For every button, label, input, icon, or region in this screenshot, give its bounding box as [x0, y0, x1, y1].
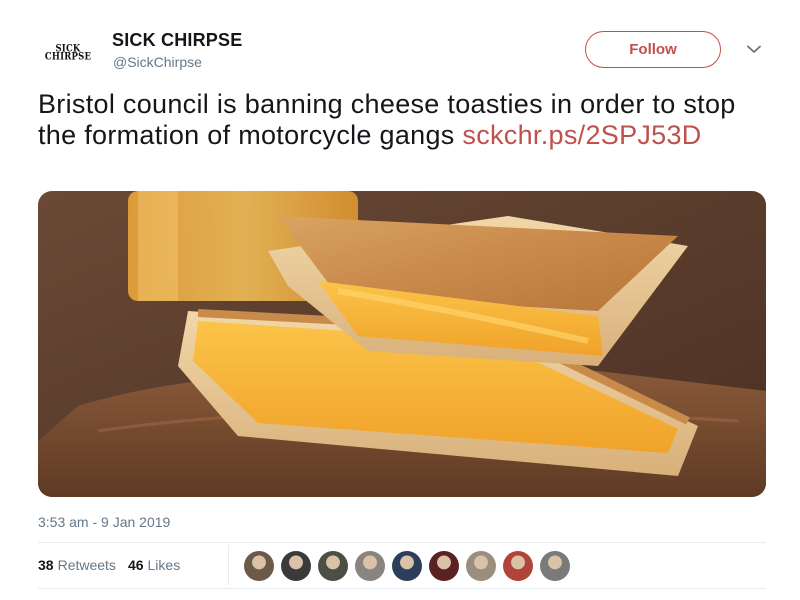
user-handle[interactable]: @SickChirpse [113, 54, 202, 70]
liker-avatar[interactable] [355, 551, 385, 581]
liker-avatar[interactable] [503, 551, 533, 581]
liker-avatar[interactable] [281, 551, 311, 581]
chevron-down-icon[interactable] [744, 42, 764, 56]
liker-avatar[interactable] [429, 551, 459, 581]
divider [38, 542, 766, 543]
likes-label: Likes [147, 557, 181, 573]
retweets-count: 38 [38, 557, 54, 573]
liker-avatar[interactable] [540, 551, 570, 581]
avatar[interactable]: SICK CHIRPSE [38, 36, 98, 70]
grilled-cheese-photo [38, 191, 766, 497]
liker-avatar[interactable] [244, 551, 274, 581]
divider [38, 588, 766, 589]
likes-stat[interactable]: 46 Likes [128, 557, 180, 573]
liker-avatar[interactable] [466, 551, 496, 581]
tweet-photo[interactable] [38, 191, 766, 497]
liker-avatar[interactable] [392, 551, 422, 581]
follow-button[interactable]: Follow [585, 31, 721, 68]
tweet-link[interactable]: sckchr.ps/2SPJ53D [462, 120, 701, 150]
timestamp[interactable]: 3:53 am - 9 Jan 2019 [38, 514, 170, 530]
retweets-stat[interactable]: 38 Retweets [38, 557, 116, 573]
liker-avatar[interactable] [318, 551, 348, 581]
tweet-stats: 38 Retweets 46 Likes [38, 557, 192, 573]
avatar-text-bottom: CHIRPSE [44, 51, 92, 63]
retweets-label: Retweets [57, 557, 116, 573]
display-name[interactable]: SICK CHIRPSE [112, 30, 242, 51]
likes-count: 46 [127, 557, 144, 573]
tweet-card: SICK CHIRPSE SICK CHIRPSE @SickChirpse F… [0, 0, 800, 600]
tweet-text: Bristol council is banning cheese toasti… [38, 89, 758, 151]
stats-separator [228, 545, 229, 585]
likers-list [244, 551, 577, 581]
